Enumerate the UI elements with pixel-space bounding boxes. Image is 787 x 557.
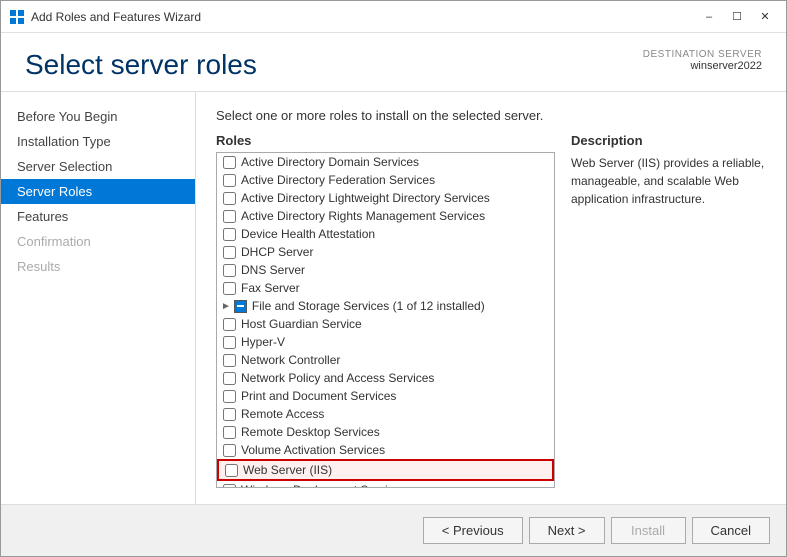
role-checkbox-fax[interactable]	[223, 282, 236, 295]
role-item-remote-desktop: Remote Desktop Services	[217, 423, 554, 441]
role-item-remote-access: Remote Access	[217, 405, 554, 423]
role-item-ad-lightweight: Active Directory Lightweight Directory S…	[217, 189, 554, 207]
install-button[interactable]: Install	[611, 517, 686, 544]
role-label-remote-desktop: Remote Desktop Services	[241, 425, 548, 439]
minimize-button[interactable]: –	[696, 7, 722, 27]
role-checkbox-windows-deployment[interactable]	[223, 484, 236, 489]
role-checkbox-volume-activation[interactable]	[223, 444, 236, 457]
role-label-host-guardian: Host Guardian Service	[241, 317, 548, 331]
role-item-volume-activation: Volume Activation Services	[217, 441, 554, 459]
page-header: Select server roles DESTINATION SERVER w…	[1, 33, 786, 92]
roles-label: Roles	[216, 133, 555, 148]
role-item-fax: Fax Server	[217, 279, 554, 297]
role-item-network-policy: Network Policy and Access Services	[217, 369, 554, 387]
description-text: Web Server (IIS) provides a reliable, ma…	[571, 154, 766, 208]
sidebar-item-before-you-begin[interactable]: Before You Begin	[1, 104, 195, 129]
role-checkbox-web-server[interactable]	[225, 464, 238, 477]
role-item-device-health: Device Health Attestation	[217, 225, 554, 243]
destination-server-info: DESTINATION SERVER winserver2022	[643, 49, 762, 72]
role-label-dns: DNS Server	[241, 263, 548, 277]
role-item-dhcp: DHCP Server	[217, 243, 554, 261]
role-checkbox-network-policy[interactable]	[223, 372, 236, 385]
role-checkbox-ad-rights[interactable]	[223, 210, 236, 223]
role-checkbox-file-storage[interactable]	[234, 300, 247, 313]
role-item-web-server: Web Server (IIS)	[217, 459, 554, 481]
role-label-volume-activation: Volume Activation Services	[241, 443, 548, 457]
sidebar-item-results: Results	[1, 254, 195, 279]
role-label-ad-federation: Active Directory Federation Services	[241, 173, 548, 187]
role-checkbox-dns[interactable]	[223, 264, 236, 277]
sidebar-item-features[interactable]: Features	[1, 204, 195, 229]
expand-arrow-file-storage[interactable]: ►	[221, 301, 231, 312]
app-icon	[9, 9, 25, 25]
role-checkbox-dhcp[interactable]	[223, 246, 236, 259]
roles-panel: Roles Active Directory Domain Services A…	[216, 133, 555, 488]
role-checkbox-device-health[interactable]	[223, 228, 236, 241]
cancel-button[interactable]: Cancel	[692, 517, 770, 544]
role-checkbox-ad-lightweight[interactable]	[223, 192, 236, 205]
role-label-windows-deployment: Windows Deployment Services	[241, 483, 548, 488]
role-checkbox-network-controller[interactable]	[223, 354, 236, 367]
server-name: winserver2022	[643, 60, 762, 72]
role-checkbox-hyper-v[interactable]	[223, 336, 236, 349]
destination-label: DESTINATION SERVER	[643, 49, 762, 60]
page-title: Select server roles	[25, 49, 257, 81]
role-checkbox-host-guardian[interactable]	[223, 318, 236, 331]
role-checkbox-remote-access[interactable]	[223, 408, 236, 421]
content-area: Select one or more roles to install on t…	[196, 92, 786, 504]
role-label-fax: Fax Server	[241, 281, 548, 295]
role-label-ad-rights: Active Directory Rights Management Servi…	[241, 209, 548, 223]
role-checkbox-remote-desktop[interactable]	[223, 426, 236, 439]
body-area: Before You Begin Installation Type Serve…	[1, 92, 786, 504]
role-item-hyper-v: Hyper-V	[217, 333, 554, 351]
sidebar-item-installation-type[interactable]: Installation Type	[1, 129, 195, 154]
role-label-dhcp: DHCP Server	[241, 245, 548, 259]
title-bar-text: Add Roles and Features Wizard	[31, 10, 696, 24]
role-checkbox-print-document[interactable]	[223, 390, 236, 403]
role-label-hyper-v: Hyper-V	[241, 335, 548, 349]
content-body: Roles Active Directory Domain Services A…	[216, 133, 766, 488]
close-button[interactable]: ✕	[752, 7, 778, 27]
previous-button[interactable]: < Previous	[423, 517, 523, 544]
role-label-ad-domain: Active Directory Domain Services	[241, 155, 548, 169]
role-label-print-document: Print and Document Services	[241, 389, 548, 403]
title-bar: Add Roles and Features Wizard – ☐ ✕	[1, 1, 786, 33]
sidebar-item-server-roles[interactable]: Server Roles	[1, 179, 195, 204]
sidebar-item-server-selection[interactable]: Server Selection	[1, 154, 195, 179]
description-panel: Description Web Server (IIS) provides a …	[571, 133, 766, 488]
wizard-window: Add Roles and Features Wizard – ☐ ✕ Sele…	[0, 0, 787, 557]
sidebar-item-confirmation: Confirmation	[1, 229, 195, 254]
description-label: Description	[571, 133, 766, 148]
content-instruction: Select one or more roles to install on t…	[216, 108, 766, 123]
role-item-host-guardian: Host Guardian Service	[217, 315, 554, 333]
role-label-remote-access: Remote Access	[241, 407, 548, 421]
role-item-print-document: Print and Document Services	[217, 387, 554, 405]
role-item-ad-rights: Active Directory Rights Management Servi…	[217, 207, 554, 225]
title-bar-controls: – ☐ ✕	[696, 7, 778, 27]
role-item-ad-domain: Active Directory Domain Services	[217, 153, 554, 171]
role-label-ad-lightweight: Active Directory Lightweight Directory S…	[241, 191, 548, 205]
maximize-button[interactable]: ☐	[724, 7, 750, 27]
role-label-file-storage: File and Storage Services (1 of 12 insta…	[252, 299, 548, 313]
role-item-windows-deployment: Windows Deployment Services	[217, 481, 554, 488]
role-item-dns: DNS Server	[217, 261, 554, 279]
footer: < Previous Next > Install Cancel	[1, 504, 786, 556]
role-checkbox-ad-domain[interactable]	[223, 156, 236, 169]
role-label-web-server: Web Server (IIS)	[243, 463, 546, 477]
next-button[interactable]: Next >	[529, 517, 605, 544]
role-item-ad-federation: Active Directory Federation Services	[217, 171, 554, 189]
role-label-device-health: Device Health Attestation	[241, 227, 548, 241]
role-label-network-policy: Network Policy and Access Services	[241, 371, 548, 385]
role-label-network-controller: Network Controller	[241, 353, 548, 367]
role-checkbox-ad-federation[interactable]	[223, 174, 236, 187]
role-item-file-storage: ► File and Storage Services (1 of 12 ins…	[217, 297, 554, 315]
roles-list[interactable]: Active Directory Domain Services Active …	[216, 152, 555, 488]
role-item-network-controller: Network Controller	[217, 351, 554, 369]
sidebar: Before You Begin Installation Type Serve…	[1, 92, 196, 504]
